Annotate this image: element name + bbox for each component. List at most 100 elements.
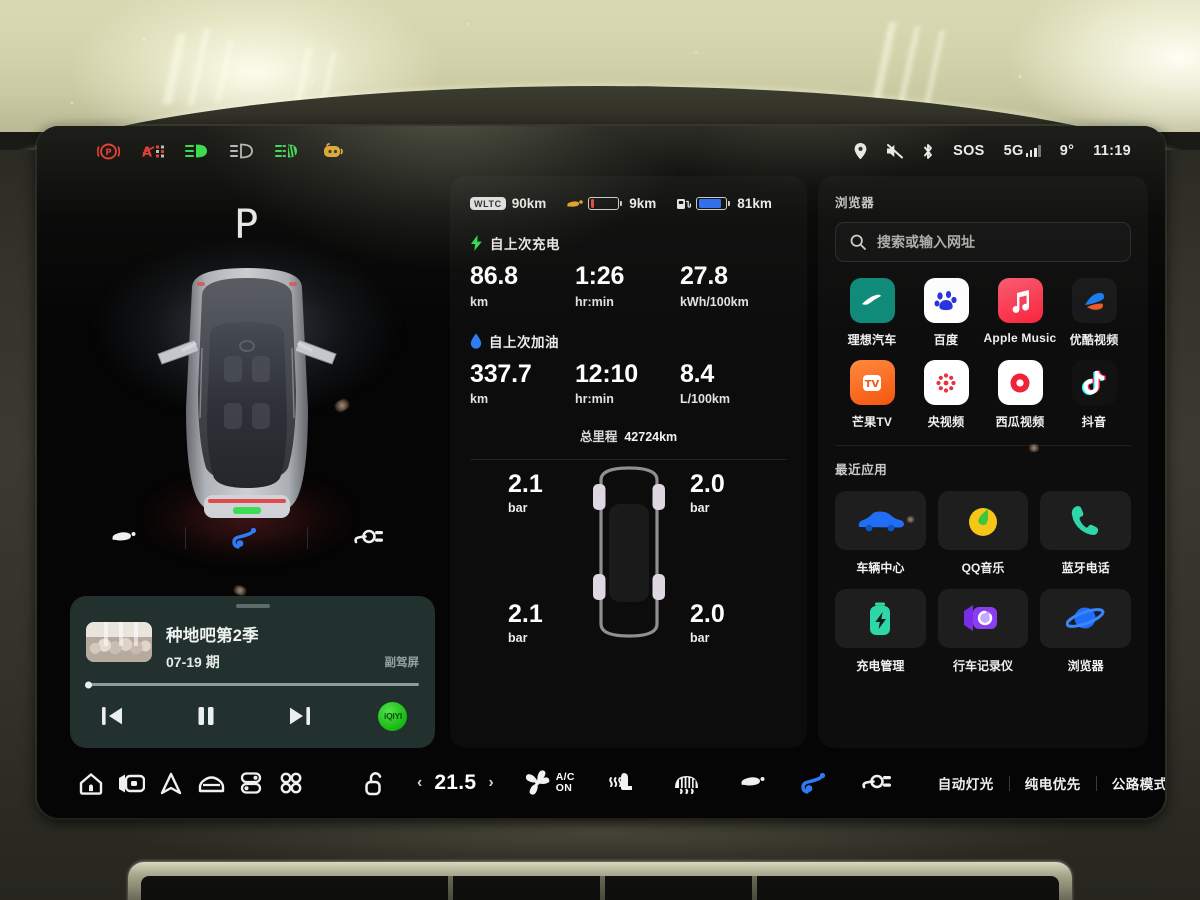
- recent-app-vehicle-center[interactable]: 车辆中心: [835, 491, 926, 576]
- tire-front-right: 2.0 bar: [690, 470, 725, 516]
- climate-icon[interactable]: [231, 763, 271, 803]
- fuel-range: 81km: [676, 196, 772, 211]
- temperature-stepper[interactable]: ‹ 21.5 ›: [417, 771, 494, 795]
- phone-handset-icon: [1071, 505, 1098, 535]
- media-output-target[interactable]: 副驾屏: [385, 654, 420, 672]
- media-episode: 07-19 期: [166, 654, 220, 670]
- system-status-icons: SOS 5G 9° 11:19: [854, 143, 1165, 160]
- low-beam-indicator: [185, 141, 211, 161]
- svg-text:TV: TV: [865, 379, 880, 390]
- next-track-button[interactable]: [279, 700, 319, 732]
- charge-plug-icon[interactable]: [337, 520, 401, 556]
- browser-and-apps-panel: 浏览器 理想汽车: [818, 176, 1148, 748]
- battery-level-icon: [588, 197, 622, 210]
- since-last-charge-section: 自上次充电 86.8 km 1:26 hr:min 27.8 kWh/100km: [470, 233, 787, 309]
- bluetooth-icon[interactable]: [922, 143, 934, 160]
- xigua-video-icon: [997, 360, 1043, 405]
- tire-pressure-display[interactable]: 2.1 bar 2.0 bar 2.1 bar 2.0 bar: [450, 454, 807, 738]
- recent-app-browser[interactable]: 浏览器: [1040, 589, 1131, 674]
- seat-heater-icon[interactable]: [601, 763, 641, 803]
- vehicle-icon[interactable]: [191, 763, 231, 803]
- tire-rear-left: 2.1 bar: [508, 600, 543, 646]
- vehicle-quick-actions: [78, 520, 415, 556]
- charge-port-active-icon[interactable]: [214, 520, 278, 556]
- location-icon[interactable]: [854, 143, 867, 159]
- previous-track-button[interactable]: [92, 700, 132, 732]
- app-lixiang-auto[interactable]: 理想汽车: [835, 278, 909, 348]
- seatbelt-warning-indicator: [320, 141, 346, 161]
- unlock-icon[interactable]: [355, 763, 395, 803]
- wltc-range: WLTC 90km: [470, 196, 546, 211]
- tire-front-left: 2.1 bar: [508, 470, 543, 516]
- app-apple-music[interactable]: Apple Music: [983, 278, 1057, 348]
- vehicle-status-column: P 种地吧第2季 07-19 期 副驾屏 iQIYI: [54, 176, 439, 748]
- charge-port-active-icon[interactable]: [795, 763, 835, 803]
- recent-app-dashcam[interactable]: 行车记录仪: [937, 589, 1029, 674]
- progress-thumb[interactable]: [85, 681, 92, 688]
- bottom-control-bar: ‹ 21.5 › A/C ON 自动灯光 纯电优先 公路模式: [37, 748, 1165, 818]
- charge-plug-icon[interactable]: [857, 763, 897, 803]
- vehicle-center-car-icon: [859, 511, 905, 531]
- app-youku[interactable]: 优酷视频: [1057, 278, 1131, 348]
- vehicle-3d-render[interactable]: [93, 238, 400, 564]
- mangotv-icon: TV: [849, 360, 895, 405]
- recent-app-qq-music[interactable]: QQ音乐: [937, 491, 1029, 576]
- mode-auto-lights[interactable]: 自动灯光: [923, 773, 1009, 793]
- temp-increase-button[interactable]: ›: [488, 774, 493, 792]
- mute-icon[interactable]: [886, 143, 904, 159]
- app-mangotv[interactable]: TV 芒果TV: [835, 360, 909, 430]
- fuel-level-icon: [696, 197, 730, 210]
- douyin-icon: [1071, 360, 1117, 405]
- tire-rear-right: 2.0 bar: [690, 600, 725, 646]
- telltale-indicator-row: P A: [37, 141, 346, 161]
- browser-section-label: 浏览器: [835, 196, 875, 210]
- sos-button[interactable]: SOS: [953, 143, 985, 159]
- recent-apps-label: 最近应用: [835, 463, 888, 477]
- infotainment-screen: P A SOS 5G 9° 11:19 P 种地吧第2季 07-19 期 副驾屏…: [37, 126, 1165, 818]
- media-progress-bar[interactable]: [85, 681, 419, 688]
- baidu-paw-icon: [923, 278, 969, 323]
- mode-ev-priority[interactable]: 纯电优先: [1010, 773, 1096, 793]
- pause-button[interactable]: [186, 700, 226, 732]
- recent-app-charging-management[interactable]: 充电管理: [835, 589, 926, 674]
- search-input[interactable]: [877, 234, 1116, 250]
- browser-search-bar[interactable]: [835, 222, 1131, 262]
- odometer: 总里程 42724km: [579, 430, 678, 444]
- charge-distance-stat: 86.8 km: [470, 262, 518, 309]
- clock: 11:19: [1093, 143, 1131, 159]
- temperature-value: 21.5: [434, 771, 477, 794]
- apple-music-note-icon: [997, 278, 1043, 323]
- apps-grid-icon[interactable]: [271, 763, 311, 803]
- charge-bolt-icon: [471, 235, 482, 251]
- charge-consumption-stat: 27.8 kWh/100km: [679, 262, 749, 309]
- recent-app-bluetooth-phone[interactable]: 蓝牙电话: [1040, 491, 1131, 576]
- recent-apps-grid: 车辆中心 QQ音乐 蓝牙电话 充电管理 行车记录仪 浏览器: [835, 491, 1131, 674]
- media-player-card[interactable]: 种地吧第2季 07-19 期 副驾屏 iQIYI: [70, 596, 435, 748]
- exterior-temperature: 9°: [1059, 143, 1075, 159]
- drive-mode-chips: 自动灯光 纯电优先 公路模式: [923, 773, 1165, 793]
- drag-handle[interactable]: [235, 604, 270, 608]
- ac-toggle[interactable]: A/C ON: [524, 770, 575, 796]
- network-status: 5G: [1004, 143, 1041, 159]
- signal-strength-icon: [1025, 145, 1041, 157]
- temp-decrease-button[interactable]: ‹: [417, 774, 422, 792]
- charging-battery-icon: [870, 602, 891, 635]
- home-icon[interactable]: [71, 763, 111, 803]
- mode-highway[interactable]: 公路模式: [1097, 773, 1165, 793]
- app-xigua-video[interactable]: 西瓜视频: [983, 360, 1057, 430]
- rear-defrost-icon[interactable]: [667, 763, 707, 803]
- app-douyin[interactable]: 抖音: [1057, 360, 1131, 430]
- app-cctv-video[interactable]: 央视频: [909, 360, 983, 430]
- browser-bookmarks-grid: 理想汽车 百度 Apple Music 优酷视频 TV 芒果TV 央视频 西瓜视…: [835, 278, 1131, 430]
- bottom-climate-controls: ‹ 21.5 › A/C ON 自动灯光 纯电优先 公路模式: [345, 763, 1165, 803]
- navigation-arrow-icon[interactable]: [151, 763, 191, 803]
- energy-and-tire-panel: WLTC 90km 9km 81km 自上次充电 86.8 km 1:26 hr…: [450, 176, 807, 748]
- media-source-button[interactable]: iQIYI: [373, 700, 413, 732]
- youku-icon: [1071, 278, 1117, 323]
- since-last-refuel-section: 自上次加油 337.7 km 12:10 hr:min 8.4 L/100km: [470, 331, 787, 406]
- dashcam-icon[interactable]: [111, 763, 151, 803]
- fuel-port-icon[interactable]: [733, 763, 773, 803]
- fuel-port-icon[interactable]: [92, 520, 156, 556]
- app-baidu[interactable]: 百度: [909, 278, 983, 348]
- cctv-video-icon: [923, 360, 969, 405]
